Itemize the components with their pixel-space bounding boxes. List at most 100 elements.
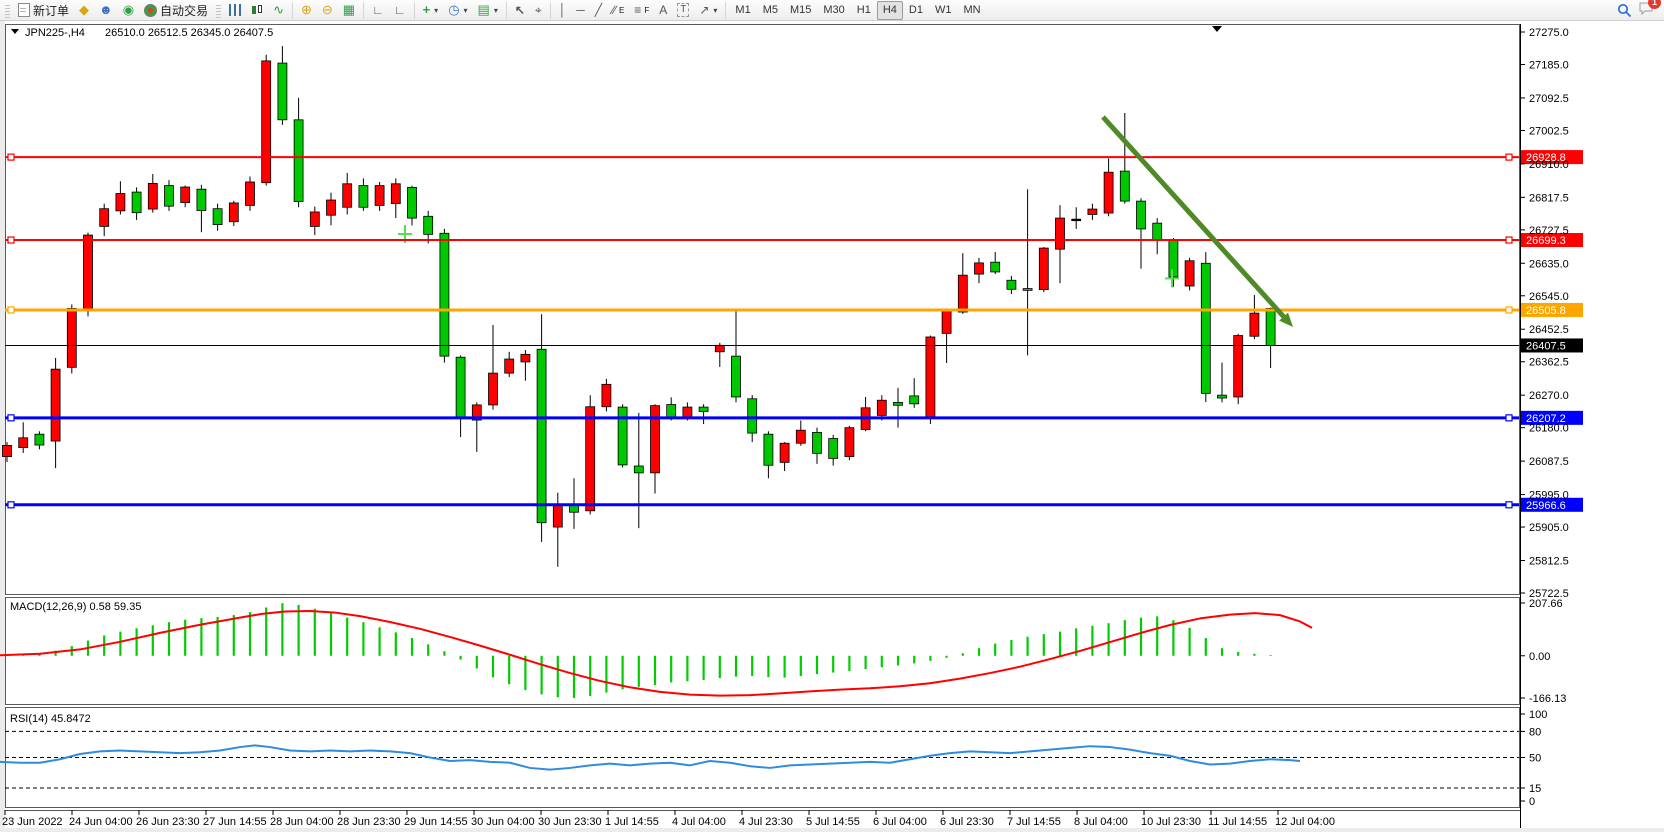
candle-body [894,402,903,405]
candle-body [262,61,271,183]
candle-body [1056,218,1065,249]
text-tool-button[interactable]: A [654,1,672,20]
candle-body [1072,219,1081,221]
trendline-button[interactable]: ╱ [590,1,607,20]
chart-shift-button[interactable]: ∟ [389,1,411,20]
chevron-down-icon: ▾ [713,6,717,15]
bar-chart-button[interactable] [224,1,246,20]
rsi-tick-label: 50 [1529,753,1541,765]
auto-trading-button[interactable]: 自动交易 [139,1,213,20]
tile-windows-button[interactable]: ▦ [338,1,360,20]
line-handle[interactable] [8,237,14,243]
timeframe-H4[interactable]: H4 [877,1,903,20]
auto-scroll-icon: ∟ [372,4,384,16]
line-handle[interactable] [8,502,14,508]
cursor-icon: ↖ [515,4,525,16]
toolbar-grip[interactable] [5,3,10,18]
toolbar-grip[interactable] [216,3,221,18]
timeframe-W1[interactable]: W1 [929,1,958,20]
price-tick-label: 26635.0 [1529,258,1569,270]
timeframe-M15[interactable]: M15 [784,1,817,20]
indicators-button[interactable]: +▾ [418,1,444,20]
channel-button[interactable]: ∕∕E [607,1,629,20]
candle-body [116,194,125,211]
time-tick-label: 4 Jul 04:00 [672,816,726,828]
line-handle[interactable] [8,154,14,160]
candle-body [910,396,919,404]
candle-body [553,504,562,527]
candle [246,177,255,211]
rsi-tick-label: 0 [1529,796,1535,808]
vertical-line-button[interactable]: │ [554,1,572,20]
macd-tick-label: 207.66 [1529,598,1563,610]
add-account-button[interactable]: ☻ [94,1,118,20]
label-tool-button[interactable]: T [672,1,694,20]
zoom-in-button[interactable]: ⊕ [296,1,317,20]
timeframe-D1[interactable]: D1 [903,1,929,20]
time-tick-label: 28 Jun 23:30 [337,816,401,828]
timeframe-M5[interactable]: M5 [757,1,784,20]
clock-icon: ◷ [448,4,459,16]
chat-button[interactable]: 1 [1638,1,1654,19]
new-order-button[interactable]: 新订单 [13,1,74,20]
candle-body [796,430,805,443]
candlestick-chart-button[interactable] [246,1,268,20]
add-account-icon: ☻ [99,4,113,16]
new-order-icon [18,3,30,17]
crosshair-icon: ⌖ [535,4,542,16]
macd-label: MACD(12,26,9) 0.58 59.35 [10,601,141,613]
timeframe-M30[interactable]: M30 [817,1,850,20]
candle-body [3,445,12,456]
time-tick-label: 12 Jul 04:00 [1275,816,1335,828]
signal-button[interactable]: ◉ [118,1,139,20]
time-tick-label: 26 Jun 23:30 [136,816,200,828]
fibonacci-button[interactable]: ≡F [629,1,654,20]
auto-scroll-button[interactable]: ∟ [367,1,389,20]
price-axis: 26928.826699.326505.826407.526207.225966… [1520,27,1583,808]
line-handle[interactable] [1506,154,1512,160]
line-handle[interactable] [1506,415,1512,421]
line-handle[interactable] [1506,502,1512,508]
crosshair-button[interactable]: ⌖ [530,1,547,20]
candle-body [732,356,741,397]
chart-symbol-label: JPN225-,H4 [25,27,85,39]
candle-body [440,233,449,356]
timeframe-MN[interactable]: MN [957,1,986,20]
chat-badge: 1 [1648,0,1661,9]
timeframe-group: M1M5M15M30H1H4D1W1MN [729,1,986,20]
candle-body [391,184,400,204]
candle-body [343,184,352,207]
search-icon[interactable] [1617,3,1632,18]
candle-body [359,186,368,208]
line-handle[interactable] [8,415,14,421]
line-handle[interactable] [1506,307,1512,313]
line-handle[interactable] [1506,237,1512,243]
line-chart-button[interactable]: ∿ [268,1,289,20]
templates-button[interactable]: ▤▾ [473,1,503,20]
channel-sub-label: E [619,6,624,15]
horizontal-line-icon: ─ [576,4,585,16]
time-tick-label: 29 Jun 14:55 [404,816,468,828]
timeframe-M1[interactable]: M1 [729,1,756,20]
separator [550,2,551,19]
line-handle[interactable] [8,307,14,313]
trading-chart[interactable]: JPN225-,H426510.0 26512.5 26345.0 26407.… [0,21,1664,832]
rsi-tick-label: 80 [1529,726,1541,738]
separator [292,2,293,19]
bar-chart-icon [229,4,241,16]
periods-button[interactable]: ◷▾ [443,1,472,20]
separator [414,2,415,19]
arrows-tool-button[interactable]: ↗▾ [694,1,722,20]
candle-body [1218,395,1227,398]
chevron-down-icon: ▾ [464,6,468,15]
price-tick-label: 26727.5 [1529,225,1569,237]
cursor-button[interactable]: ↖ [510,1,530,20]
timeframe-H1[interactable]: H1 [851,1,877,20]
horizontal-line-button[interactable]: ─ [571,1,590,20]
folder-button[interactable]: ◆ [74,1,94,20]
price-tick-label: 26910.0 [1529,159,1569,171]
toolbar-right-group: 1 [1617,1,1662,19]
price-tick-label: 26362.5 [1529,357,1569,369]
zoom-out-button[interactable]: ⊖ [317,1,338,20]
candle-body [456,357,465,418]
